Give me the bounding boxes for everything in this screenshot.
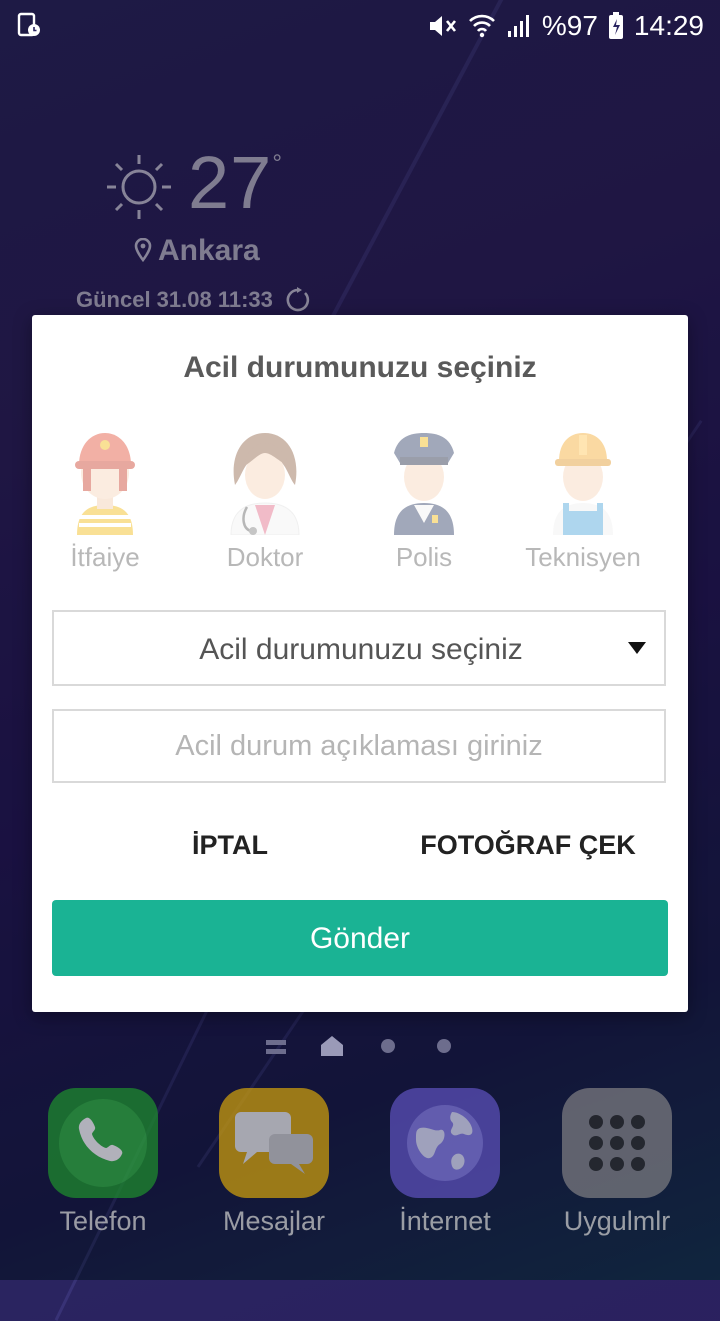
firefighter-icon	[75, 433, 135, 535]
phone-icon	[59, 1099, 147, 1187]
technician-icon	[553, 433, 613, 535]
status-bar: %97 14:29	[0, 0, 720, 52]
role-label: İtfaiye	[70, 542, 140, 572]
screenshot-notification-icon	[17, 12, 40, 37]
dock-label-apps: Uygulmlr	[563, 1206, 671, 1236]
battery-charging-icon	[608, 12, 623, 39]
role-option-doctor[interactable]: Doktor	[195, 415, 335, 573]
page-indicator	[0, 1036, 720, 1056]
role-option-firefighter[interactable]: İtfaiye	[35, 415, 175, 573]
temperature: 27°	[188, 141, 283, 224]
battery-percent: %97	[541, 10, 598, 41]
emergency-dialog: Acil durumunuzu seçiniz İtfaiye Doktor P…	[32, 315, 688, 1012]
last-updated: Güncel 31.08 11:33	[76, 286, 311, 313]
send-button[interactable]: Gönder	[52, 900, 668, 976]
phone-app[interactable]	[48, 1088, 158, 1198]
role-label: Teknisyen	[525, 542, 641, 572]
apps-list-indicator-icon	[266, 1040, 286, 1054]
page-dot	[381, 1039, 395, 1053]
dropdown-selected-value: Acil durumunuzu seçiniz	[199, 633, 523, 666]
role-selector: İtfaiye Doktor Polis Teknisyen	[32, 415, 688, 595]
emergency-type-dropdown[interactable]: Acil durumunuzu seçiniz	[52, 610, 666, 686]
location-pin-icon	[134, 237, 152, 263]
sun-icon	[107, 155, 171, 219]
globe-icon	[407, 1105, 483, 1181]
messages-app[interactable]	[219, 1088, 329, 1198]
doctor-icon	[230, 433, 300, 536]
dock-label-internet: İnternet	[399, 1206, 491, 1236]
role-option-police[interactable]: Polis	[354, 415, 494, 573]
weather-widget[interactable]: 27° Ankara Güncel 31.08 11:33	[70, 140, 330, 320]
dock-label-messages: Mesajlar	[222, 1206, 326, 1236]
clock: 14:29	[633, 10, 704, 41]
vibrate-mute-icon	[429, 16, 456, 36]
role-label: Doktor	[226, 542, 304, 572]
cancel-button[interactable]: İPTAL	[160, 820, 300, 870]
role-label: Polis	[395, 542, 453, 572]
refresh-icon[interactable]	[285, 286, 311, 312]
internet-app[interactable]	[390, 1088, 500, 1198]
police-icon	[394, 433, 454, 535]
wifi-icon	[468, 14, 495, 38]
dialog-title: Acil durumunuzu seçiniz	[183, 351, 537, 384]
dock-label-phone: Telefon	[59, 1206, 147, 1236]
signal-icon	[507, 15, 529, 37]
dropdown-arrow-icon	[628, 642, 646, 654]
apps-grid-icon	[589, 1115, 645, 1171]
apps-drawer[interactable]	[562, 1088, 672, 1198]
messages-icon	[235, 1112, 313, 1174]
role-option-technician[interactable]: Teknisyen	[513, 415, 653, 573]
take-photo-button[interactable]: FOTOĞRAF ÇEK	[418, 820, 638, 870]
city-name: Ankara	[134, 234, 260, 268]
home-indicator-icon	[321, 1036, 343, 1056]
page-dot	[437, 1039, 451, 1053]
emergency-description-input[interactable]	[52, 709, 666, 783]
